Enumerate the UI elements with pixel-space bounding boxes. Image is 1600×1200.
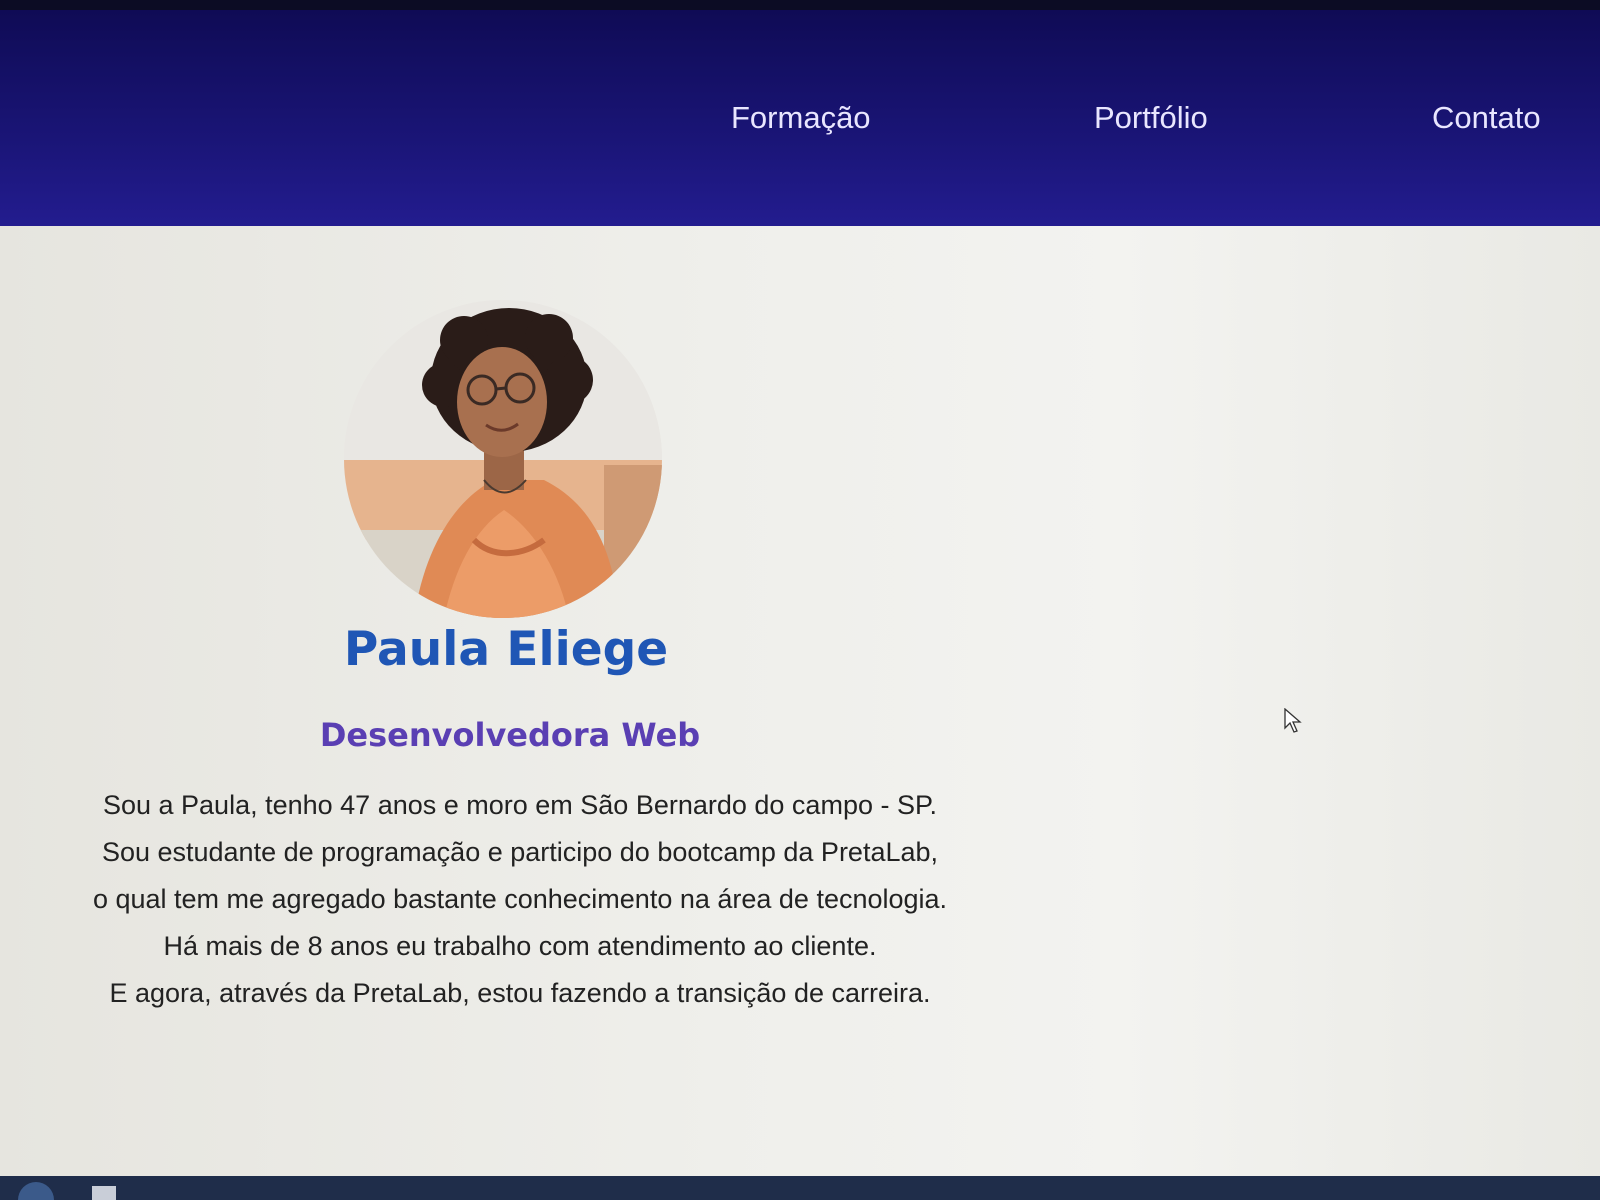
profile-role: Desenvolvedora Web xyxy=(319,716,701,754)
profile-bio: Sou a Paula, tenho 47 anos e moro em São… xyxy=(20,782,1020,1017)
bio-line: Sou estudante de programação e participo… xyxy=(101,837,939,867)
main-content xyxy=(0,226,1600,1176)
browser-icon[interactable] xyxy=(18,1182,54,1200)
bio-line: o qual tem me agregado bastante conhecim… xyxy=(92,884,948,914)
nav-link-contato[interactable]: Contato xyxy=(1432,100,1541,136)
mouse-cursor-icon xyxy=(1284,708,1302,733)
top-navbar: Formação Portfólio Contato xyxy=(0,10,1600,226)
screen-bezel xyxy=(0,0,1600,10)
nav-link-formacao[interactable]: Formação xyxy=(731,100,871,136)
bio-line: Há mais de 8 anos eu trabalho com atendi… xyxy=(163,931,877,961)
file-explorer-icon[interactable] xyxy=(92,1186,116,1200)
bio-line: Sou a Paula, tenho 47 anos e moro em São… xyxy=(102,790,938,820)
os-taskbar xyxy=(0,1176,1600,1200)
profile-photo xyxy=(344,300,662,618)
nav-link-portfolio[interactable]: Portfólio xyxy=(1094,100,1208,136)
bio-line: E agora, através da PretaLab, estou faze… xyxy=(109,978,931,1008)
profile-name: Paula Eliege xyxy=(343,622,669,677)
